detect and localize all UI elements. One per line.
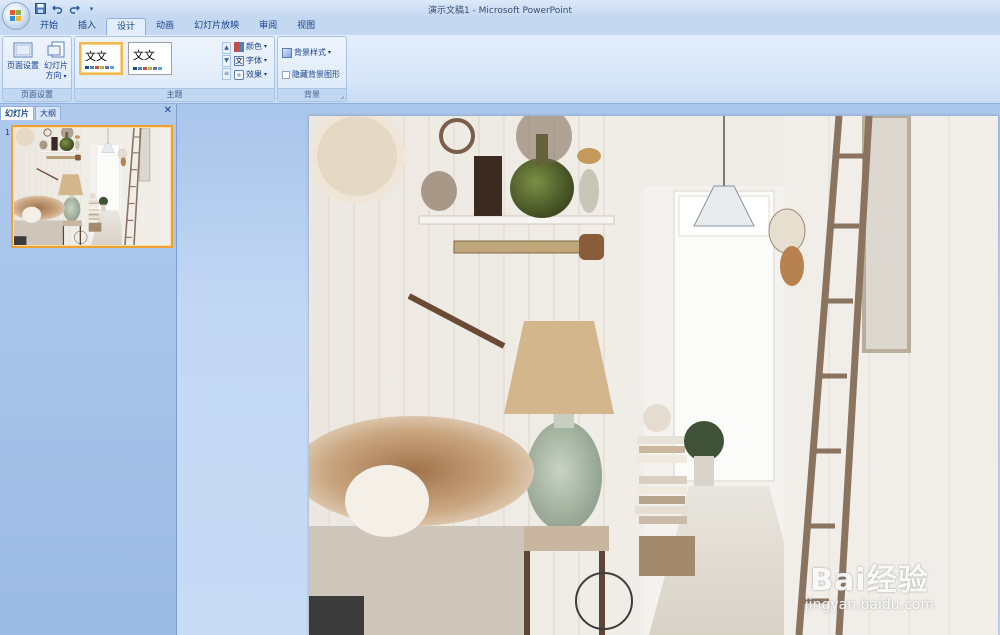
fonts-icon: 文: [234, 55, 244, 66]
thumbnail-photo-icon: [14, 128, 170, 245]
tab-slideshow[interactable]: 幻灯片放映: [184, 18, 249, 35]
theme-gallery-scroll: ▲ ▼ ≡: [222, 42, 231, 80]
theme-2-color-bars: [133, 67, 162, 70]
hide-background-graphics[interactable]: 隐藏背景图形: [282, 69, 340, 80]
effects-icon: [234, 69, 244, 80]
hide-background-graphics-checkbox[interactable]: [282, 70, 290, 79]
fonts-label: 字体: [246, 56, 262, 65]
panel-tabs: 幻灯片 大纲: [0, 106, 176, 121]
slides-panel: 幻灯片 大纲 ✕ 1: [0, 104, 177, 635]
office-button[interactable]: [2, 2, 30, 30]
slide-number: 1: [5, 128, 11, 137]
watermark: Bai经验 jingyan.baidu.com: [804, 563, 934, 614]
interior-photo-icon: [309, 116, 998, 635]
theme-effects-button[interactable]: 效果 ▾: [234, 69, 267, 80]
group-label-background: 背景: [278, 88, 346, 101]
effects-label: 效果: [246, 70, 262, 79]
group-background: 背景样式 ▾ 隐藏背景图形 背景 ⌟: [277, 36, 347, 102]
slide-thumbnail-image: [14, 128, 170, 245]
theme-1-text: 文文: [85, 50, 107, 63]
group-label-page-setup: 页面设置: [3, 88, 71, 101]
watermark-site: jingyan.baidu.com: [804, 597, 934, 613]
page-setup-label: 页面设置: [7, 61, 39, 70]
theme-thumbnail-office[interactable]: 文文: [79, 42, 123, 75]
group-themes: 文文 文文 ▲ ▼ ≡ 颜色 ▾ 文 字体 ▾ 效果 ▾ 主题: [74, 36, 275, 102]
theme-colors-button[interactable]: 颜色 ▾: [234, 41, 267, 52]
group-page-setup: 页面设置 幻灯片 方向 ▾ 页面设置: [2, 36, 72, 102]
theme-2-text: 文文: [133, 49, 155, 62]
dropdown-arrow-icon: ▾: [264, 43, 268, 50]
gallery-more-icon[interactable]: ≡: [222, 68, 231, 80]
gallery-scroll-down-icon[interactable]: ▼: [222, 55, 231, 67]
title-bar: ▾ 演示文稿1 - Microsoft PowerPoint: [0, 0, 1000, 30]
dropdown-arrow-icon: ▾: [61, 73, 67, 80]
hide-background-graphics-label: 隐藏背景图形: [292, 70, 340, 79]
theme-fonts-button[interactable]: 文 字体 ▾: [234, 55, 267, 66]
tab-animations[interactable]: 动画: [146, 18, 184, 35]
page-setup-button[interactable]: 页面设置: [6, 41, 40, 71]
slide-orientation-button[interactable]: 幻灯片 方向 ▾: [41, 41, 71, 82]
tab-outline[interactable]: 大纲: [35, 106, 61, 120]
tab-view[interactable]: 视图: [287, 18, 325, 35]
tab-slides[interactable]: 幻灯片: [0, 106, 34, 120]
slide-editing-area: Bai经验 jingyan.baidu.com: [177, 104, 1000, 635]
ribbon-tab-bar: 开始 插入 设计 动画 幻灯片放映 审阅 视图: [0, 18, 1000, 35]
background-styles-icon: [282, 47, 292, 58]
tab-home[interactable]: 开始: [30, 18, 68, 35]
slide-orientation-label-1: 幻灯片: [44, 61, 68, 70]
close-icon[interactable]: ✕: [164, 105, 172, 116]
dropdown-arrow-icon: ▾: [264, 71, 268, 78]
colors-icon: [234, 41, 244, 52]
page-setup-icon: [13, 41, 33, 59]
tab-outline-label: 大纲: [40, 109, 56, 118]
slide-canvas[interactable]: Bai经验 jingyan.baidu.com: [309, 116, 998, 635]
theme-1-color-bars: [85, 66, 114, 69]
tab-design[interactable]: 设计: [106, 18, 147, 35]
watermark-brand: Bai经验: [810, 563, 929, 598]
dialog-launcher-icon[interactable]: ⌟: [341, 92, 344, 100]
theme-thumbnail-2[interactable]: 文文: [128, 42, 172, 75]
background-styles-label: 背景样式: [294, 48, 326, 57]
group-label-themes: 主题: [75, 88, 274, 101]
office-logo-icon: [10, 10, 22, 22]
colors-label: 颜色: [246, 42, 262, 51]
dropdown-arrow-icon: ▾: [328, 49, 332, 56]
tab-review[interactable]: 审阅: [249, 18, 287, 35]
window-title: 演示文稿1 - Microsoft PowerPoint: [427, 6, 573, 16]
tab-insert[interactable]: 插入: [68, 18, 106, 35]
slide-orientation-icon: [46, 41, 66, 59]
slide-thumbnail[interactable]: [11, 125, 173, 248]
gallery-scroll-up-icon[interactable]: ▲: [222, 42, 231, 54]
ribbon: 页面设置 幻灯片 方向 ▾ 页面设置 文文 文文 ▲ ▼ ≡ 颜色 ▾ 文 字体…: [0, 35, 1000, 104]
dropdown-arrow-icon: ▾: [264, 57, 268, 64]
background-group-text: 背景: [304, 90, 320, 99]
slide-orientation-label-2: 方向: [45, 71, 62, 80]
background-styles-button[interactable]: 背景样式 ▾: [282, 47, 331, 58]
